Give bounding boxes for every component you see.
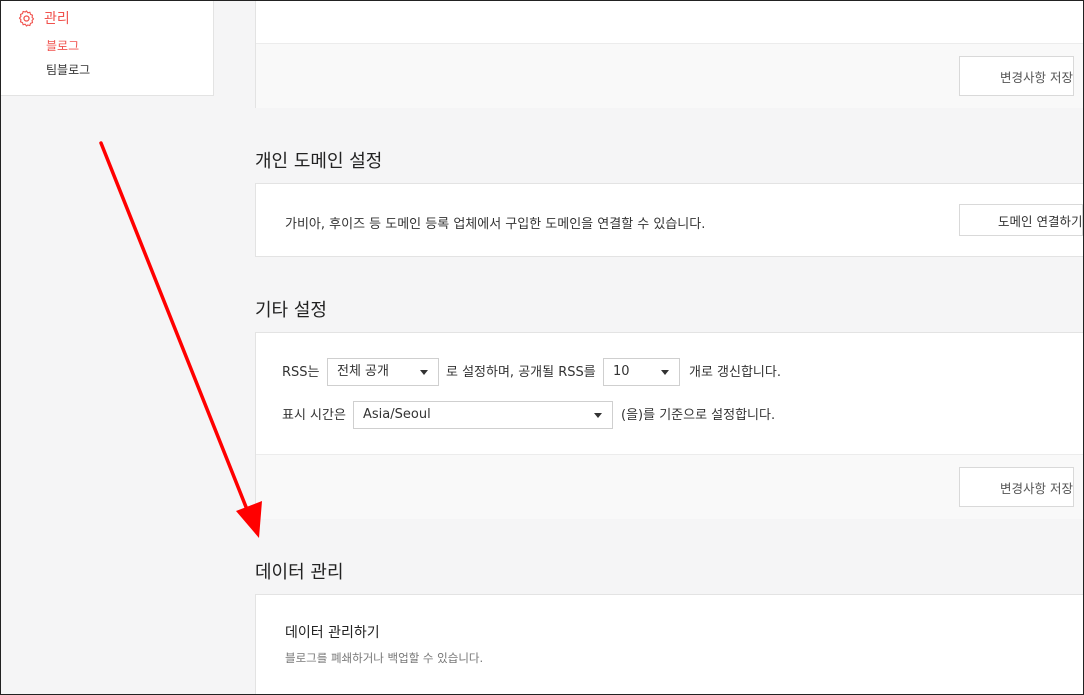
save-changes-button[interactable]: 변경사항 저장 (959, 56, 1074, 96)
rss-prefix-text: RSS는 (282, 365, 320, 380)
sidebar-section-label: 관리 (44, 11, 70, 27)
annotation-arrow-line (99, 141, 250, 514)
rss-suffix-text: 개로 갱신합니다. (689, 365, 781, 380)
data-section-title: 데이터 관리 (255, 562, 344, 583)
etc-section-title: 기타 설정 (255, 300, 327, 321)
gear-icon (18, 9, 35, 27)
timezone-select[interactable]: Asia/Seoul (353, 401, 613, 429)
sidebar-manage-header[interactable]: 관리 (17, 8, 70, 28)
data-card (255, 594, 1084, 695)
chevron-down-icon (420, 370, 428, 375)
etc-card: RSS는 전체 공개 로 설정하며, 공개될 RSS를 10 개로 갱신합니다.… (255, 332, 1084, 519)
timezone-value: Asia/Seoul (363, 407, 431, 422)
connect-domain-button[interactable]: 도메인 연결하기 (959, 204, 1084, 236)
domain-card: 가비아, 후이즈 등 도메인 등록 업체에서 구입한 도메인을 연결할 수 있습… (255, 183, 1084, 257)
rss-scope-value: 전체 공개 (337, 364, 389, 379)
data-manage-description: 블로그를 폐쇄하거나 백업할 수 있습니다. (285, 651, 484, 665)
chevron-down-icon (594, 413, 602, 418)
time-prefix-text: 표시 시간은 (282, 408, 346, 423)
domain-description: 가비아, 후이즈 등 도메인 등록 업체에서 구입한 도메인을 연결할 수 있습… (285, 217, 706, 232)
rss-scope-select[interactable]: 전체 공개 (327, 358, 439, 386)
sidebar: 관리 블로그 팀블로그 (0, 0, 214, 96)
sidebar-item-teamblog[interactable]: 팀블로그 (46, 61, 90, 78)
rss-mid-text: 로 설정하며, 공개될 RSS를 (446, 365, 596, 380)
time-suffix-text: (을)를 기준으로 설정합니다. (621, 408, 776, 423)
data-manage-link[interactable]: 데이터 관리하기 (285, 622, 380, 642)
top-settings-card: 변경사항 저장 (255, 0, 1084, 108)
card-footer: 변경사항 저장 (256, 43, 1084, 108)
sidebar-item-blog[interactable]: 블로그 (46, 37, 79, 54)
rss-count-value: 10 (613, 364, 630, 379)
rss-count-select[interactable]: 10 (603, 358, 680, 386)
chevron-down-icon (661, 370, 669, 375)
card-footer: 변경사항 저장 (256, 454, 1084, 519)
domain-section-title: 개인 도메인 설정 (255, 151, 383, 172)
save-changes-button[interactable]: 변경사항 저장 (959, 467, 1074, 507)
